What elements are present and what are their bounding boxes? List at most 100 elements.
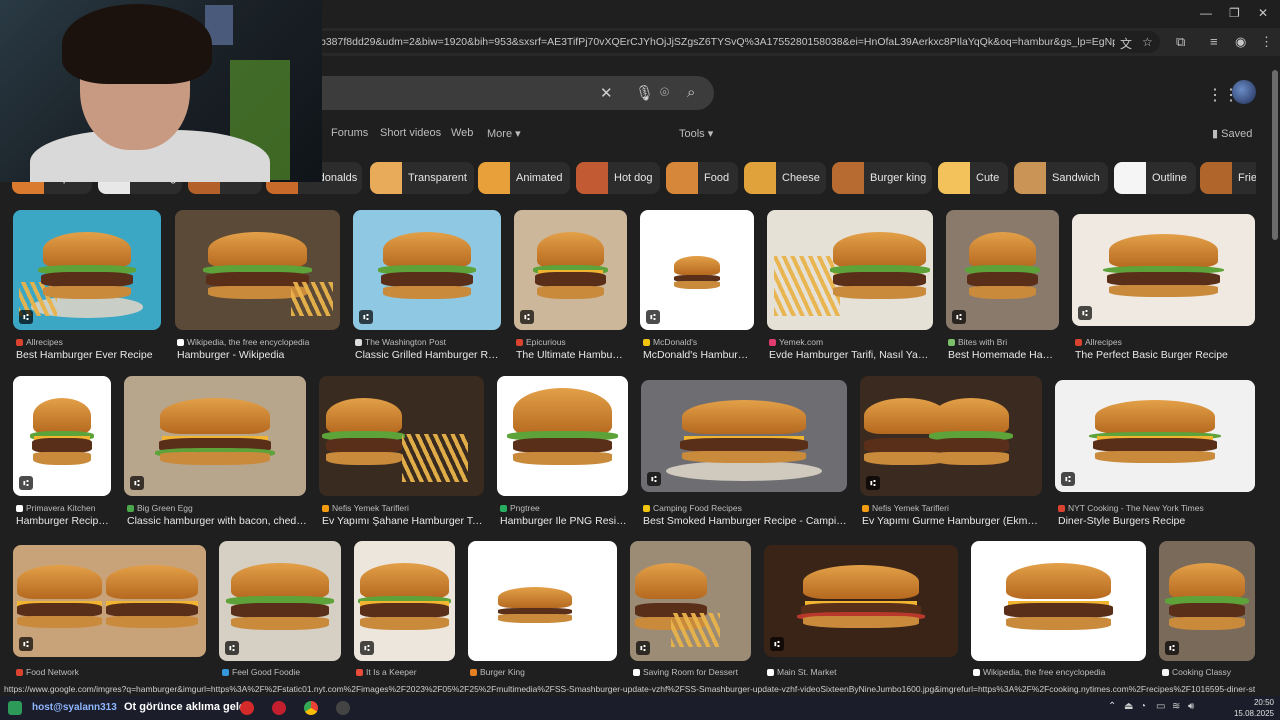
translate-icon[interactable]: 文: [1120, 35, 1132, 52]
image-result[interactable]: [767, 210, 933, 330]
result-title[interactable]: Classic Grilled Hamburger Rec...: [355, 349, 501, 361]
result-title[interactable]: Best Smoked Hamburger Recipe - Camping .…: [643, 515, 848, 527]
network-icon[interactable]: ◔: [1140, 701, 1146, 712]
display-icon[interactable]: ▭: [1156, 701, 1165, 712]
image-result[interactable]: ⑆: [1159, 541, 1255, 661]
fries-shape: [671, 613, 720, 647]
image-result[interactable]: ⑆: [764, 545, 958, 657]
chrome-icon[interactable]: [304, 701, 318, 715]
image-result[interactable]: ⑆: [219, 541, 341, 661]
profile-icon[interactable]: ◉: [1235, 34, 1246, 50]
result-title[interactable]: Best Homemade Ham...: [948, 349, 1058, 361]
restore-icon[interactable]: ❐: [1229, 6, 1240, 20]
bookmark-star-icon[interactable]: ☆: [1142, 35, 1153, 49]
usb-icon[interactable]: ⏏: [1124, 701, 1133, 712]
patty-shape: [231, 603, 329, 618]
image-result[interactable]: ⑆: [860, 376, 1042, 496]
image-result[interactable]: ⑆: [640, 210, 754, 330]
app-icon[interactable]: [240, 701, 254, 715]
image-result[interactable]: [971, 541, 1146, 661]
close-window-icon[interactable]: ✕: [1258, 6, 1268, 20]
image-result[interactable]: [497, 376, 628, 496]
result-source: Allrecipes: [16, 337, 161, 347]
recipe-icon: ⑆: [520, 310, 534, 324]
chip-outline[interactable]: Outline: [1114, 162, 1196, 194]
result-title[interactable]: Evde Hamburger Tarifi, Nasıl Yapılı...: [769, 349, 932, 361]
opera-icon[interactable]: [272, 701, 286, 715]
search-icon[interactable]: ⌕: [687, 84, 695, 101]
result-source: Feel Good Foodie: [222, 667, 340, 677]
result-title[interactable]: Hamburger Ile PNG Resim...: [500, 515, 628, 527]
source-name: Bites with Bri: [958, 337, 1008, 347]
image-result[interactable]: ⑆: [354, 541, 455, 661]
tab-short-videos[interactable]: Short videos: [380, 127, 441, 139]
tab-more[interactable]: More ▾: [487, 127, 521, 140]
result-title[interactable]: McDonald's Hamburge...: [643, 349, 753, 361]
reading-list-icon[interactable]: ≡: [1210, 34, 1218, 49]
image-result[interactable]: ⑆: [13, 545, 206, 657]
browser-menu-icon[interactable]: ⋮: [1260, 34, 1273, 50]
result-title[interactable]: The Perfect Basic Burger Recipe: [1075, 349, 1255, 361]
chip-sandwich[interactable]: Sandwich: [1014, 162, 1108, 194]
page-scrollbar[interactable]: [1270, 56, 1280, 696]
clear-search-icon[interactable]: ✕: [600, 84, 613, 102]
microphone-icon[interactable]: 🎙: [635, 84, 654, 102]
chip-animated[interactable]: Animated: [478, 162, 570, 194]
result-title[interactable]: The Ultimate Hamburg...: [516, 349, 626, 361]
image-result[interactable]: [175, 210, 340, 330]
app-icon[interactable]: [336, 701, 350, 715]
result-source: Allrecipes: [1075, 337, 1255, 347]
image-result[interactable]: ⑆: [13, 210, 161, 330]
image-result[interactable]: ⑆: [514, 210, 627, 330]
image-result[interactable]: [319, 376, 484, 496]
result-title[interactable]: Ev Yapımı Şahane Hamburger Tari...: [322, 515, 484, 527]
image-result[interactable]: ⑆: [641, 380, 847, 492]
volume-icon[interactable]: 🔊︎: [1188, 701, 1194, 712]
lens-icon[interactable]: ⌾: [660, 84, 669, 101]
image-result[interactable]: ⑆: [1072, 214, 1255, 326]
tab-forums[interactable]: Forums: [331, 127, 368, 139]
scrollbar-thumb[interactable]: [1272, 70, 1278, 240]
address-bar[interactable]: b387f8dd29&udm=2&biw=1920&bih=953&sxsrf=…: [300, 31, 1160, 53]
wifi-icon[interactable]: ≋: [1172, 701, 1180, 712]
chip-cute[interactable]: Cute: [938, 162, 1008, 194]
chevron-up-icon[interactable]: ⌃: [1108, 701, 1116, 712]
bun-shape: [536, 231, 605, 268]
chip-burger-king[interactable]: Burger king: [832, 162, 932, 194]
chip-label: Food: [704, 172, 730, 184]
chip-fries[interactable]: Fries: [1200, 162, 1256, 194]
webcam-overlay: [0, 0, 322, 182]
fries-shape: [290, 282, 334, 316]
address-bar-url[interactable]: b387f8dd29&udm=2&biw=1920&bih=953&sxsrf=…: [320, 36, 1115, 48]
chip-label: Cute: [976, 172, 1000, 184]
image-result[interactable]: ⑆: [124, 376, 306, 496]
image-result[interactable]: [468, 541, 617, 661]
favicon: [948, 339, 955, 346]
image-result[interactable]: ⑆: [1055, 380, 1255, 492]
chip-label: Animated: [516, 172, 563, 184]
result-title[interactable]: Hamburger Recipe...: [16, 515, 112, 527]
image-result[interactable]: ⑆: [946, 210, 1059, 330]
bun-shape: [1095, 400, 1215, 434]
result-title[interactable]: Best Hamburger Ever Recipe: [16, 349, 164, 361]
chip-cheese[interactable]: Cheese: [744, 162, 826, 194]
result-source: Wikipedia, the free encyclopedia: [177, 337, 337, 347]
result-title[interactable]: Hamburger - Wikipedia: [177, 349, 339, 361]
tools-button[interactable]: Tools ▾: [679, 127, 713, 140]
start-icon[interactable]: [8, 701, 22, 715]
result-title[interactable]: Classic hamburger with bacon, chedda...: [127, 515, 307, 527]
image-result[interactable]: ⑆: [13, 376, 111, 496]
image-result[interactable]: ⑆: [630, 541, 751, 661]
result-title[interactable]: Diner-Style Burgers Recipe: [1058, 515, 1254, 527]
minimize-icon[interactable]: —: [1200, 6, 1212, 20]
avatar[interactable]: [1232, 80, 1256, 104]
chip-food[interactable]: Food: [666, 162, 738, 194]
chip-hot-dog[interactable]: Hot dog: [576, 162, 660, 194]
image-result[interactable]: ⑆: [353, 210, 501, 330]
tab-web[interactable]: Web: [451, 127, 473, 139]
result-title[interactable]: Ev Yapımı Gurme Hamburger (Ekmek,...: [862, 515, 1042, 527]
chip-transparent[interactable]: Transparent: [370, 162, 474, 194]
saved-button[interactable]: ▮ Saved: [1212, 127, 1252, 140]
system-clock[interactable]: 20:50 15.08.2025: [1234, 697, 1274, 719]
extensions-icon[interactable]: ⧉: [1176, 34, 1185, 50]
